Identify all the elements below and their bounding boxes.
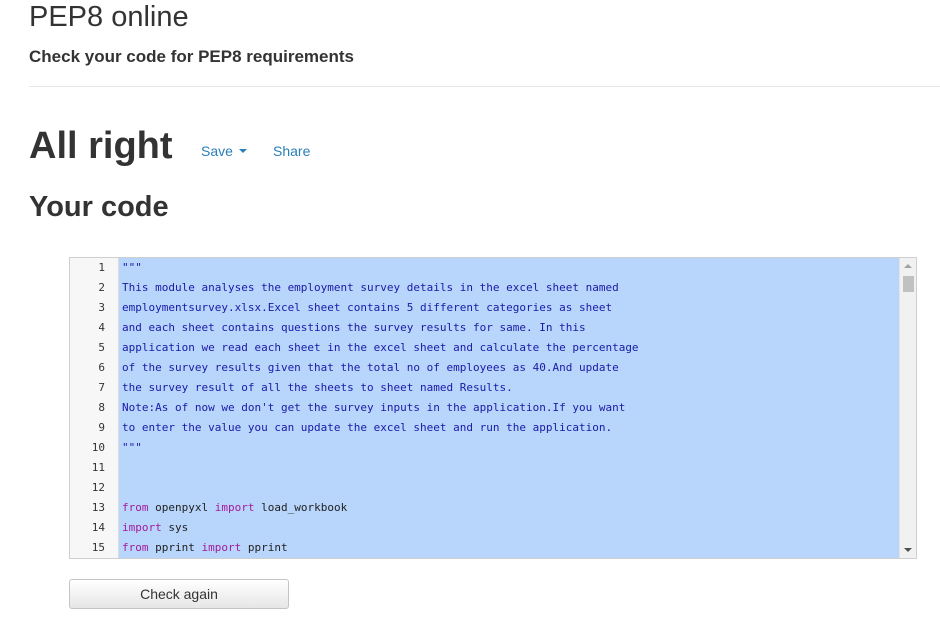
scrollbar-thumb[interactable] [903,276,914,292]
code-token: pprint [241,541,288,554]
code-line: application we read each sheet in the ex… [122,341,639,354]
code-lines: """ This module analyses the employment s… [122,258,639,558]
code-editor[interactable]: 1 2 3 4 5 6 7 8 9 10 11 12 13 14 15 """ This module ana… [69,257,917,559]
code-line: """ [122,261,142,274]
save-dropdown-link[interactable]: Save [201,142,247,160]
scroll-up-arrow-icon[interactable] [904,264,912,268]
keyword-token: from [122,541,149,554]
line-number: 1 [98,261,105,274]
share-link[interactable]: Share [273,142,310,160]
line-number-gutter: 1 2 3 4 5 6 7 8 9 10 11 12 13 14 15 [70,258,119,558]
code-line: and each sheet contains questions the su… [122,321,586,334]
code-line: This module analyses the employment surv… [122,281,619,294]
line-number: 11 [91,461,105,474]
site-title: PEP8 online [29,1,189,33]
editor-scrollbar[interactable] [899,258,916,558]
line-number: 4 [98,321,105,334]
line-number: 5 [98,341,105,354]
result-heading: All right [29,125,173,167]
code-token: pprint [148,541,202,554]
keyword-token: import [201,541,242,554]
line-number: 7 [98,381,105,394]
scroll-down-arrow-icon[interactable] [904,548,912,552]
code-line: from openpyxl import load_workbook [122,498,639,518]
line-number: 8 [98,401,105,414]
code-line: """ [122,441,142,454]
code-line: of the survey results given that the tot… [122,361,619,374]
save-label: Save [201,143,233,159]
keyword-token: import [214,501,255,514]
code-token: sys [161,521,189,534]
code-token: load_workbook [254,501,348,514]
line-number: 10 [91,441,105,454]
keyword-token: from [122,501,149,514]
line-number: 14 [91,521,105,534]
line-number: 12 [91,481,105,494]
line-number: 3 [98,301,105,314]
line-numbers: 1 2 3 4 5 6 7 8 9 10 11 12 13 14 15 [70,258,118,558]
line-number: 15 [91,541,105,554]
site-subtitle: Check your code for PEP8 requirements [29,47,354,66]
code-line: from pprint import pprint [122,538,639,558]
line-number: 13 [91,501,105,514]
code-heading: Your code [29,191,169,223]
line-number: 6 [98,361,105,374]
line-number: 2 [98,281,105,294]
code-line: Note:As of now we don't get the survey i… [122,401,626,414]
code-line: to enter the value you can update the ex… [122,421,613,434]
caret-down-icon [238,149,247,154]
check-again-button[interactable]: Check again [69,579,289,609]
code-line: the survey result of all the sheets to s… [122,381,513,394]
keyword-token: import [122,521,162,534]
code-area[interactable]: """ This module analyses the employment s… [119,258,900,558]
code-line: employmentsurvey.xlsx.Excel sheet contai… [122,301,613,314]
code-token: openpyxl [148,501,215,514]
code-line: import sys [122,518,639,538]
line-number: 9 [98,421,105,434]
header-divider [29,86,940,87]
